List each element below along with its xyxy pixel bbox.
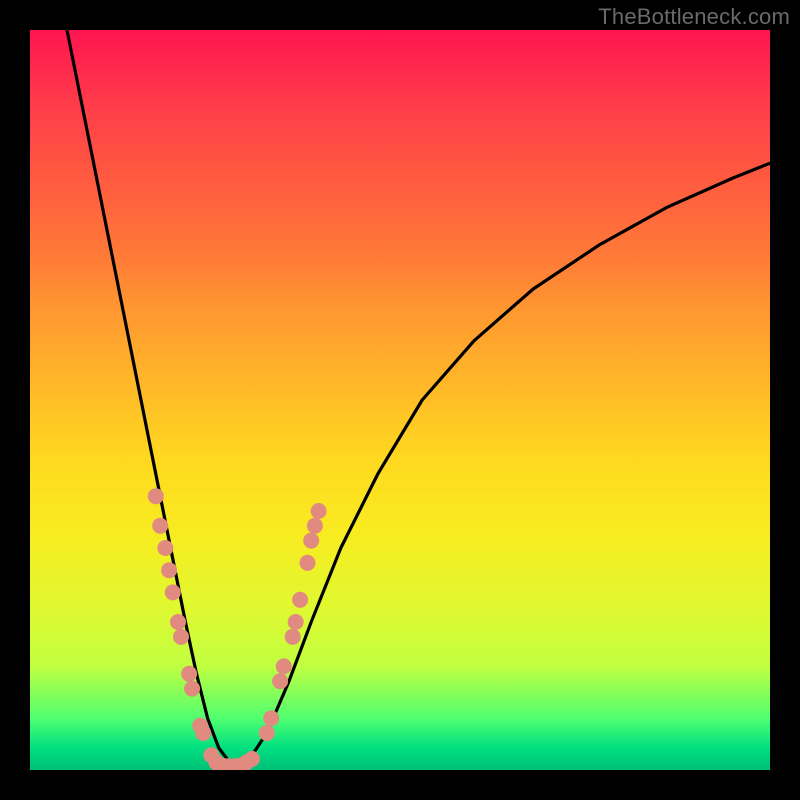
data-point (157, 540, 173, 556)
data-point (300, 555, 316, 571)
data-point (288, 614, 304, 630)
data-point (148, 488, 164, 504)
data-point (263, 710, 279, 726)
data-point (173, 629, 189, 645)
plot-area (30, 30, 770, 770)
curve-svg (30, 30, 770, 770)
data-point (165, 584, 181, 600)
data-point (285, 629, 301, 645)
data-point (276, 658, 292, 674)
data-point (181, 666, 197, 682)
data-point (303, 533, 319, 549)
data-point (311, 503, 327, 519)
data-point (244, 751, 260, 767)
chart-frame: TheBottleneck.com (0, 0, 800, 800)
data-point (170, 614, 186, 630)
data-point (152, 518, 168, 534)
data-point (292, 592, 308, 608)
watermark-text: TheBottleneck.com (598, 4, 790, 30)
data-point (259, 725, 275, 741)
data-point (161, 562, 177, 578)
data-point (307, 518, 323, 534)
data-point (195, 725, 211, 741)
sample-points (148, 488, 327, 770)
data-point (184, 681, 200, 697)
bottleneck-curve (67, 30, 770, 770)
curve-path (67, 30, 770, 770)
data-point (272, 673, 288, 689)
